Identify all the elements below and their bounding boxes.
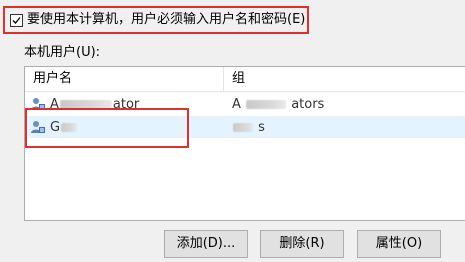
user-accounts-panel: 要使用本计算机，用户必须输入用户名和密码(E) 本机用户(U): 用户名 组 A… (0, 0, 465, 262)
list-item[interactable]: G s (25, 116, 465, 138)
column-header-group[interactable]: 组 (224, 67, 465, 91)
username-visible-end: ator (112, 96, 140, 112)
username-visible-start: A (50, 96, 59, 112)
checkbox-box[interactable] (10, 13, 23, 27)
group-visible-end: ators (291, 96, 325, 112)
column-header-username[interactable]: 用户名 (25, 67, 224, 91)
list-item[interactable]: A ator A ators (25, 93, 465, 115)
users-list[interactable]: 用户名 组 A ator A ators G s (24, 66, 465, 221)
user-account-icon (31, 98, 45, 110)
cell-username: G (25, 119, 224, 135)
local-users-label: 本机用户(U): (24, 45, 101, 60)
list-header: 用户名 组 (25, 67, 465, 92)
cell-group: s (224, 120, 265, 135)
group-visible-start: A (232, 96, 241, 112)
require-login-label: 要使用本计算机，用户必须输入用户名和密码(E) (27, 12, 306, 27)
redacted-text (233, 122, 253, 132)
redacted-text (246, 99, 287, 109)
properties-button[interactable]: 属性(O) (357, 230, 441, 258)
group-visible-end: s (258, 119, 265, 135)
redacted-text (61, 122, 78, 132)
add-user-button[interactable]: 添加(D)... (164, 230, 248, 258)
user-account-icon (31, 121, 45, 133)
cell-group: A ators (224, 97, 324, 112)
require-login-checkbox[interactable]: 要使用本计算机，用户必须输入用户名和密码(E) (10, 11, 305, 29)
username-visible-start: G (50, 119, 61, 135)
check-icon (12, 16, 21, 24)
cell-username: A ator (25, 96, 224, 112)
delete-user-button[interactable]: 删除(R) (260, 230, 344, 258)
redacted-text (59, 99, 112, 109)
